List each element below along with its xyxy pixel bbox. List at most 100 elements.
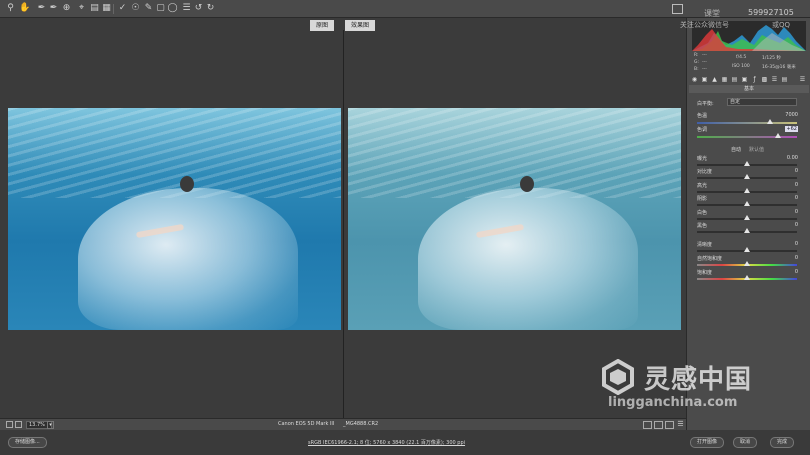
clarity-slider[interactable] [697, 247, 797, 252]
tint-value[interactable]: +62 [785, 126, 798, 132]
iso: ISO 100 [732, 64, 750, 69]
tab-split-toning-icon[interactable]: ▤ [731, 76, 738, 83]
camera-raw-window: ⚲ ✋ ✒ ✒ ⊕ ⌖ ▤ ▦ ✓ ☉ ✎ ▢ ◯ ☰ ↺ ↻ 原图 效果图 1… [0, 0, 810, 455]
vibrance-thumb[interactable] [744, 261, 750, 266]
blacks-slider[interactable] [697, 228, 797, 233]
target-adjust-icon[interactable]: ⊕ [61, 3, 72, 14]
spot-removal-icon[interactable]: ✓ [117, 3, 128, 14]
highlights-value[interactable]: 0 [795, 182, 798, 188]
white-balance-label: 白平衡: [697, 101, 714, 107]
adjustment-brush-icon[interactable]: ✎ [143, 3, 154, 14]
open-image-button[interactable]: 打开图像 [690, 437, 725, 448]
shutter: 1/125 秒 [762, 56, 781, 61]
rotate-left-icon[interactable]: ↺ [193, 3, 204, 14]
tint-thumb[interactable] [775, 133, 781, 138]
shadows-value[interactable]: 0 [795, 195, 798, 201]
default-link[interactable]: 默认值 [749, 146, 764, 153]
clarity-value[interactable]: 0 [795, 241, 798, 247]
saturation-value[interactable]: 0 [795, 269, 798, 275]
clarity-thumb[interactable] [744, 247, 750, 252]
exposure-value[interactable]: 0.00 [787, 155, 798, 161]
auto-link[interactable]: 自动 [731, 146, 741, 153]
transform-icon[interactable]: ▦ [101, 3, 112, 14]
hand-icon[interactable]: ✋ [19, 3, 30, 14]
done-button[interactable]: 完成 [770, 437, 795, 448]
tab-detail-icon[interactable]: ▲ [711, 76, 718, 83]
tint-label: 色调 [697, 127, 708, 133]
compare-divider[interactable] [343, 30, 344, 420]
saturation-thumb[interactable] [744, 275, 750, 280]
shadows-thumb[interactable] [744, 201, 750, 206]
save-image-button[interactable]: 存储图像... [8, 437, 47, 448]
highlights-thumb[interactable] [744, 188, 750, 193]
water-surface [348, 108, 681, 198]
tab-snapshots-icon[interactable]: ▤ [781, 76, 788, 83]
temperature-slider[interactable] [697, 119, 797, 124]
temperature-label: 色温 [697, 113, 708, 119]
watermark-bottom: 灵感中国 lingganchina.com [600, 355, 800, 435]
contrast-slider[interactable] [697, 174, 797, 179]
zoom-out-icon[interactable] [6, 421, 13, 428]
blacks-label: 黑色 [697, 223, 708, 229]
saturation-slider[interactable] [697, 275, 797, 280]
vibrance-slider[interactable] [697, 261, 797, 266]
graduated-filter-icon[interactable]: ▢ [155, 3, 166, 14]
zoom-icon[interactable]: ⚲ [5, 3, 16, 14]
radial-filter-icon[interactable]: ◯ [167, 3, 178, 14]
g-value: --- [702, 60, 707, 65]
whites-slider[interactable] [697, 215, 797, 220]
file-name: _MG4888.CR2 [343, 421, 379, 427]
tint-slider[interactable] [697, 133, 797, 138]
shadows-slider[interactable] [697, 201, 797, 206]
watermark-follow: 关注公众微信号 [680, 21, 729, 29]
before-photo[interactable] [8, 108, 341, 330]
highlights-slider[interactable] [697, 188, 797, 193]
white-balance-select[interactable]: 自定 [727, 98, 797, 106]
tab-fx-icon[interactable]: ƒ [751, 76, 758, 83]
rotate-right-icon[interactable]: ↻ [205, 3, 216, 14]
white-balance-icon[interactable]: ✒ [36, 3, 47, 14]
workflow-options-link[interactable]: sRGB IEC61966-2.1; 8 位; 5760 x 3840 (22.… [308, 439, 465, 446]
b-value: --- [702, 67, 707, 72]
watermark-qq: 599927105 [748, 8, 794, 17]
cancel-button[interactable]: 取消 [733, 437, 758, 448]
zoom-in-icon[interactable] [15, 421, 22, 428]
red-eye-icon[interactable]: ☉ [130, 3, 141, 14]
crop-icon[interactable]: ⌖ [76, 3, 87, 14]
temperature-thumb[interactable] [767, 119, 773, 124]
exposure-slider[interactable] [697, 161, 797, 166]
panel-menu-icon[interactable]: ☰ [799, 76, 806, 83]
head [520, 176, 534, 192]
whites-thumb[interactable] [744, 215, 750, 220]
tab-tone-curve-icon[interactable]: ▣ [701, 76, 708, 83]
vibrance-label: 自然饱和度 [697, 256, 723, 262]
contrast-label: 对比度 [697, 169, 713, 175]
watermark-brand-name: 灵感中国 [644, 365, 753, 395]
after-photo[interactable] [348, 108, 681, 330]
whites-value[interactable]: 0 [795, 209, 798, 215]
zoom-dropdown-icon[interactable]: ▾ [47, 421, 54, 429]
g-label: G: [694, 60, 700, 65]
preferences-icon[interactable]: ☰ [181, 3, 192, 14]
water-surface [8, 108, 341, 198]
exposure-thumb[interactable] [744, 161, 750, 166]
contrast-thumb[interactable] [744, 174, 750, 179]
whites-label: 白色 [697, 210, 708, 216]
exposure-label: 曝光 [697, 156, 708, 162]
aperture: f/4.5 [736, 55, 747, 60]
vibrance-value[interactable]: 0 [795, 255, 798, 261]
status-bar: 13.7% ▾ Canon EOS 5D Mark III _MG4888.CR… [0, 418, 686, 430]
blacks-value[interactable]: 0 [795, 222, 798, 228]
dress [418, 188, 638, 330]
tab-hsl-icon[interactable]: ▦ [721, 76, 728, 83]
tab-presets-icon[interactable]: ☰ [771, 76, 778, 83]
color-sampler-icon[interactable]: ✒ [48, 3, 59, 14]
contrast-value[interactable]: 0 [795, 168, 798, 174]
shadows-label: 阴影 [697, 196, 708, 202]
tab-basic-icon[interactable]: ◉ [691, 76, 698, 83]
blacks-thumb[interactable] [744, 228, 750, 233]
tab-camera-calibration-icon[interactable]: ▩ [761, 76, 768, 83]
temperature-value[interactable]: 7000 [785, 112, 798, 118]
tab-lens-icon[interactable]: ▣ [741, 76, 748, 83]
straighten-icon[interactable]: ▤ [89, 3, 100, 14]
